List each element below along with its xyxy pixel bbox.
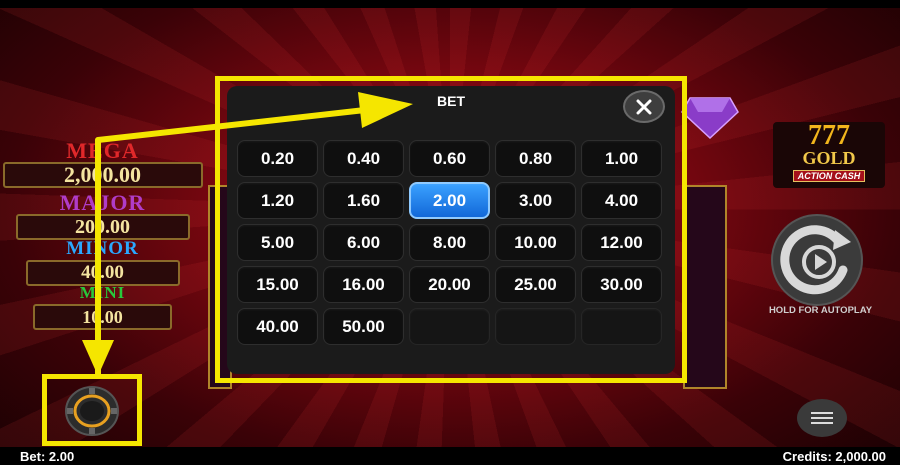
bet-option[interactable]: 50.00	[323, 308, 404, 345]
bet-option[interactable]: 4.00	[581, 182, 662, 219]
bet-option[interactable]: 8.00	[409, 224, 490, 261]
credits-status: Credits: 2,000.00	[782, 449, 886, 464]
jackpot-label: MINI	[79, 283, 126, 302]
bet-option-empty	[409, 308, 490, 345]
bet-option[interactable]: 30.00	[581, 266, 662, 303]
jackpot-mega: MEGA 2,000.00	[0, 140, 205, 188]
jackpot-value: 200.00	[15, 214, 190, 240]
top-bar	[0, 0, 900, 8]
menu-icon	[811, 409, 833, 427]
spin-button[interactable]	[757, 214, 877, 306]
bet-option[interactable]: 0.60	[409, 140, 490, 177]
bet-chip-button[interactable]	[58, 384, 126, 438]
bet-options-grid: 0.20 0.40 0.60 0.80 1.00 1.20 1.60 2.00 3.00 4.00…	[237, 140, 662, 345]
logo-numbers: 777	[808, 120, 850, 151]
jackpot-major: MAJOR 200.00	[0, 192, 205, 240]
jackpot-label: MEGA	[66, 138, 139, 163]
jackpot-value: 10.00	[33, 304, 172, 330]
bet-option[interactable]: 15.00	[237, 266, 318, 303]
bet-modal-title: BET	[437, 93, 465, 109]
jackpot-minor: MINOR 40.00	[0, 238, 205, 286]
jackpot-label: MAJOR	[59, 190, 146, 215]
jackpot-label: MINOR	[66, 238, 139, 259]
chip-icon	[65, 386, 119, 436]
bet-option-selected[interactable]: 2.00	[409, 182, 490, 219]
menu-button[interactable]	[797, 399, 847, 437]
bet-modal: BET 0.20 0.40 0.60 0.80 1.00 1.20 1.60 2.00 3.00…	[227, 86, 675, 374]
gem-icon	[681, 97, 739, 140]
bet-option[interactable]: 40.00	[237, 308, 318, 345]
bet-option[interactable]: 0.40	[323, 140, 404, 177]
bet-option-empty	[495, 308, 576, 345]
bet-option[interactable]: 10.00	[495, 224, 576, 261]
jackpot-mini: MINI 10.00	[0, 282, 205, 330]
bet-option[interactable]: 1.60	[323, 182, 404, 219]
bet-option[interactable]: 12.00	[581, 224, 662, 261]
bet-option[interactable]: 5.00	[237, 224, 318, 261]
game-logo: 777 GOLD ACTION CASH	[773, 122, 885, 188]
logo-word: GOLD	[802, 148, 856, 168]
bet-option[interactable]: 16.00	[323, 266, 404, 303]
spin-icon	[771, 214, 863, 306]
bet-option[interactable]: 0.20	[237, 140, 318, 177]
bet-option-empty	[581, 308, 662, 345]
logo-subtitle: ACTION CASH	[792, 170, 866, 182]
bet-option[interactable]: 0.80	[495, 140, 576, 177]
bet-option[interactable]: 6.00	[323, 224, 404, 261]
autoplay-label: HOLD FOR AUTOPLAY	[768, 305, 873, 316]
bet-option[interactable]: 1.20	[237, 182, 318, 219]
status-bar	[0, 447, 900, 465]
bet-status: Bet: 2.00	[20, 449, 75, 464]
close-icon	[636, 99, 652, 114]
bet-option[interactable]: 3.00	[495, 182, 576, 219]
reel-frame-right	[683, 185, 727, 389]
bet-option[interactable]: 1.00	[581, 140, 662, 177]
bet-option[interactable]: 20.00	[409, 266, 490, 303]
jackpot-value: 2,000.00	[2, 162, 203, 188]
bet-option[interactable]: 25.00	[495, 266, 576, 303]
close-button[interactable]	[623, 90, 665, 123]
